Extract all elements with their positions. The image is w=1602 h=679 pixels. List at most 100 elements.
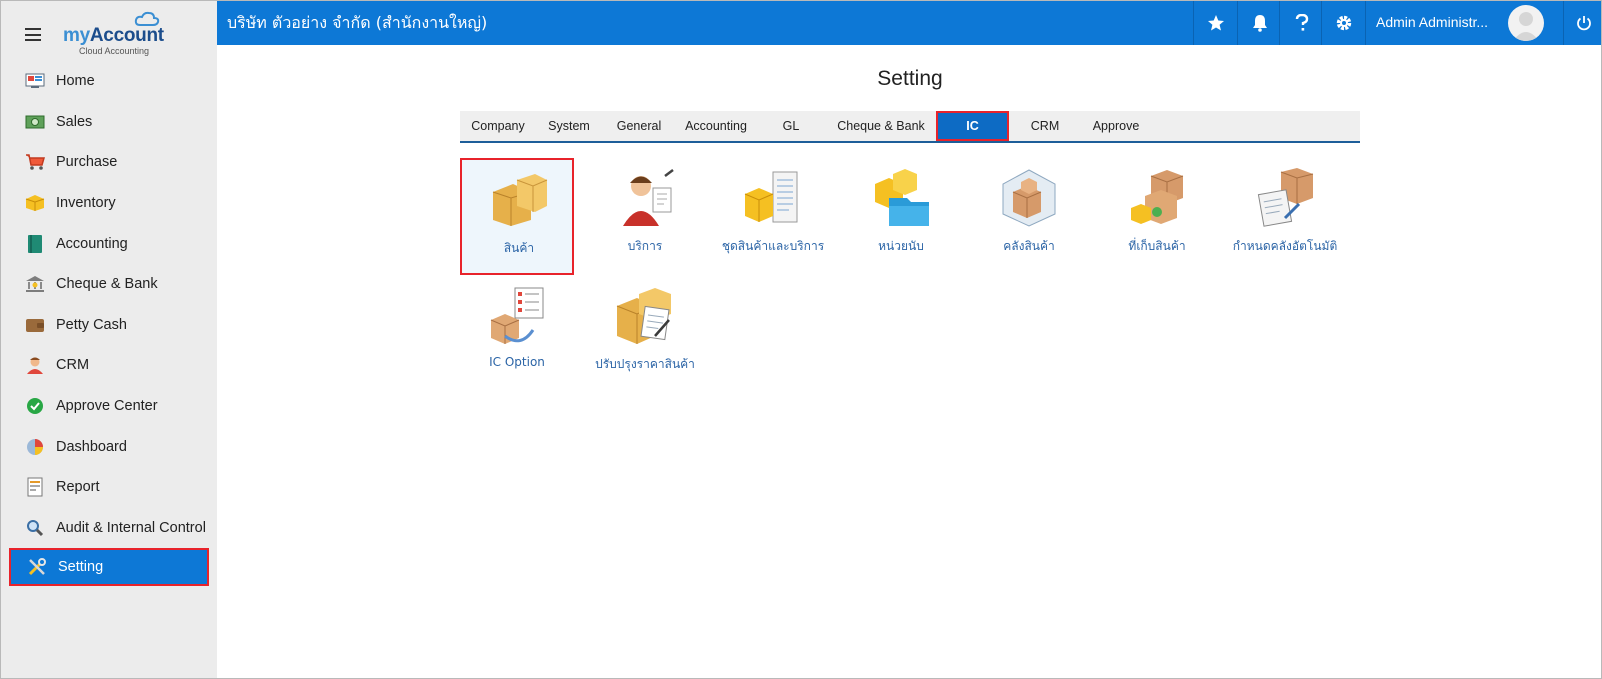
sidebar-item-label: Cheque & Bank [56,276,158,293]
warehouse-icon [1002,169,1056,227]
bell-icon [1252,15,1267,32]
sidebar-item-inventory[interactable]: Inventory [1,183,217,224]
home-icon [25,71,45,91]
help-icon [1295,14,1308,31]
auto-warehouse-icon [1257,168,1314,227]
star-icon [1207,15,1224,31]
sidebar-item-petty-cash[interactable]: Petty Cash [1,305,217,346]
main-content: Setting Company System General Accountin… [217,45,1601,678]
logo-main: Account [89,25,164,46]
sidebar-item-label: CRM [56,357,90,374]
tile-service[interactable]: บริการ [588,158,702,275]
sidebar-item-label: Audit & Internal Control [56,519,206,536]
product-boxes-icon [492,174,548,226]
sidebar-item-label: Approve Center [56,398,158,415]
tab-company[interactable]: Company [460,111,536,141]
sidebar-item-label: Sales [56,113,93,130]
tile-auto-warehouse[interactable]: กำหนดคลังอัตโนมัติ [1228,158,1342,275]
box-icon [25,193,45,213]
company-name[interactable]: บริษัท ตัวอย่าง จำกัด (สำนักงานใหญ่) [227,11,487,36]
sidebar-item-accounting[interactable]: Accounting [1,223,217,264]
tile-label: สินค้า [503,241,535,255]
settings-tabs: Company System General Accounting GL Che… [460,111,1360,143]
ic-settings-grid: สินค้า บริการ ชุดสินค้าและบริการ หน่วยนั… [460,158,1360,398]
sidebar-item-setting[interactable]: Setting [9,548,209,587]
settings-button[interactable] [1321,1,1365,45]
sidebar-item-approve-center[interactable]: Approve Center [1,386,217,427]
sidebar-item-label: Accounting [56,235,128,252]
price-adjust-icon [616,288,671,344]
tile-label: บริการ [627,239,663,253]
sidebar-item-sales[interactable]: Sales [1,102,217,143]
app-window: myAccount Cloud Accounting Home Sales Pu… [0,0,1602,679]
tile-label: คลังสินค้า [1003,239,1055,253]
help-button[interactable] [1279,1,1323,45]
logo[interactable]: myAccount Cloud Accounting [63,11,173,59]
tile-label: ชุดสินค้าและบริการ [721,239,825,253]
notifications-button[interactable] [1237,1,1281,45]
tile-price-adjust[interactable]: ปรับปรุงราคาสินค้า [588,276,702,393]
sidebar-item-cheque-bank[interactable]: Cheque & Bank [1,264,217,305]
tab-general[interactable]: General [602,111,676,141]
tools-icon [27,557,47,577]
sidebar-item-label: Report [56,479,100,496]
power-icon [1576,16,1591,31]
logout-button[interactable] [1563,1,1601,45]
magnifier-icon [25,518,45,538]
ic-option-icon [490,287,544,344]
sidebar-nav: Home Sales Purchase Inventory Accounting… [1,61,217,587]
sidebar-item-label: Petty Cash [56,316,127,333]
tile-label: กำหนดคลังอัตโนมัติ [1232,239,1338,253]
tile-product[interactable]: สินค้า [460,158,574,275]
user-name: Admin Administr... [1376,14,1489,30]
tab-accounting[interactable]: Accounting [676,111,756,141]
avatar[interactable] [1508,5,1544,41]
hamburger-menu-icon[interactable] [25,28,41,41]
tile-warehouse[interactable]: คลังสินค้า [972,158,1086,275]
sidebar-item-label: Home [56,73,95,90]
sidebar-item-dashboard[interactable]: Dashboard [1,426,217,467]
tab-ic[interactable]: IC [936,111,1009,141]
sidebar-item-crm[interactable]: CRM [1,345,217,386]
logo-prefix: my [63,25,90,46]
sidebar-item-label: Dashboard [56,438,127,455]
sidebar-item-purchase[interactable]: Purchase [1,142,217,183]
people-icon [25,355,45,375]
pie-chart-icon [25,437,45,457]
wallet-icon [25,315,45,335]
book-icon [25,234,45,254]
sidebar-item-label: Setting [58,559,104,576]
favorites-button[interactable] [1193,1,1237,45]
top-bar: บริษัท ตัวอย่าง จำกัด (สำนักงานใหญ่) Adm… [217,1,1601,45]
sidebar: myAccount Cloud Accounting Home Sales Pu… [1,1,217,678]
sidebar-item-audit[interactable]: Audit & Internal Control [1,508,217,549]
tab-crm[interactable]: CRM [1009,111,1081,141]
report-icon [25,477,45,497]
sidebar-item-home[interactable]: Home [1,61,217,102]
tab-cheque-bank[interactable]: Cheque & Bank [826,111,936,141]
storage-location-icon [1131,170,1184,224]
tile-label: ที่เก็บสินค้า [1128,239,1186,253]
tile-storage-location[interactable]: ที่เก็บสินค้า [1100,158,1214,275]
tile-unit[interactable]: หน่วยนับ [844,158,958,275]
tile-label: หน่วยนับ [878,239,924,253]
tab-approve[interactable]: Approve [1081,111,1151,141]
tab-gl[interactable]: GL [756,111,826,141]
logo-text: myAccount [63,25,164,47]
check-circle-icon [25,396,45,416]
tab-system[interactable]: System [536,111,602,141]
logo-subtitle: Cloud Accounting [79,46,150,56]
bank-icon [25,274,45,294]
sidebar-item-report[interactable]: Report [1,467,217,508]
sidebar-item-label: Inventory [56,195,116,212]
service-person-icon [623,169,674,226]
page-title: Setting [877,67,943,90]
cart-icon [25,152,45,172]
user-menu[interactable]: Admin Administr... [1365,1,1563,45]
tile-label: ปรับปรุงราคาสินค้า [595,357,695,371]
tile-product-set[interactable]: ชุดสินค้าและบริการ [716,158,830,275]
tile-ic-option[interactable]: IC Option [460,276,574,393]
gear-icon [1336,15,1351,31]
unit-folder-icon [875,169,929,226]
product-set-icon [744,171,798,223]
